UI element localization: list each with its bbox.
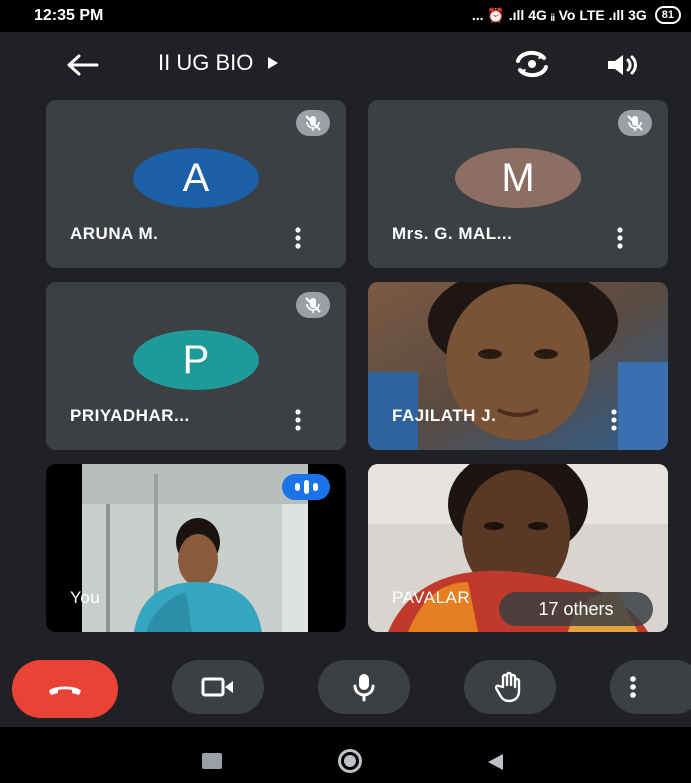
battery-icon: 81 [654,6,681,24]
more-options-button[interactable] [610,226,630,250]
participant-tile[interactable]: P PRIYADHAR... [46,282,346,450]
recents-icon[interactable] [202,753,222,769]
arrow-back-icon [67,54,99,76]
participant-tile[interactable]: M Mrs. G. MAL... [368,100,668,268]
participant-tile[interactable]: A ARUNA M. [46,100,346,268]
more-vert-icon [295,227,301,249]
more-options-button[interactable] [610,660,691,714]
back-button[interactable] [62,48,102,82]
self-video-tile[interactable]: You [46,464,346,632]
camera-toggle-button[interactable] [172,660,264,714]
end-call-button[interactable] [12,660,118,718]
more-vert-icon [617,227,623,249]
participant-tile[interactable]: FAJILATH J. [368,282,668,450]
switch-camera-button[interactable] [508,46,556,82]
more-options-button[interactable] [288,226,308,250]
more-vert-icon [630,676,636,698]
camera-icon [201,677,233,697]
mic-icon [353,674,375,702]
play-arrow-icon [268,57,279,69]
participant-name: ARUNA M. [70,224,159,243]
participant-name: PAVALAR [392,588,471,607]
speaker-icon [608,55,637,75]
meeting-title-button[interactable]: II UG BIO [158,50,279,76]
participant-name: PRIYADHAR... [70,406,190,425]
avatar: P [133,330,259,390]
end-call-icon [49,686,81,695]
clock: 12:35 PM [34,7,104,24]
mic-off-icon [618,110,652,136]
participant-name: You [70,588,101,607]
raise-hand-icon [495,671,521,703]
participant-name: FAJILATH J. [392,406,497,425]
speaking-indicator-icon [282,474,330,500]
more-options-button[interactable] [288,408,308,432]
mic-toggle-button[interactable] [318,660,410,714]
meeting-title: II UG BIO [158,50,254,75]
more-vert-icon [295,409,301,431]
network-indicators: ... ⏰ .ıll 4G ᵢᵢ Vo LTE .ıll 3G [471,6,647,23]
more-vert-icon [611,409,617,431]
system-indicators: ... ⏰ .ıll 4G ᵢᵢ Vo LTE .ıll 3G 81 [472,6,681,24]
participant-name: Mrs. G. MAL... [392,224,513,243]
home-icon[interactable] [338,749,362,773]
switch-camera-icon [516,50,548,78]
avatar: M [455,148,581,208]
mic-off-icon [296,110,330,136]
avatar: A [133,148,259,208]
raise-hand-button[interactable] [464,660,556,714]
system-nav-bar [0,727,691,783]
back-icon[interactable] [485,752,505,772]
others-badge[interactable]: 17 others [499,592,653,626]
more-options-button[interactable] [604,408,624,432]
speaker-button[interactable] [602,48,642,82]
status-bar: 12:35 PM ... ⏰ .ıll 4G ᵢᵢ Vo LTE .ıll 3G… [0,0,691,32]
mic-off-icon [296,292,330,318]
